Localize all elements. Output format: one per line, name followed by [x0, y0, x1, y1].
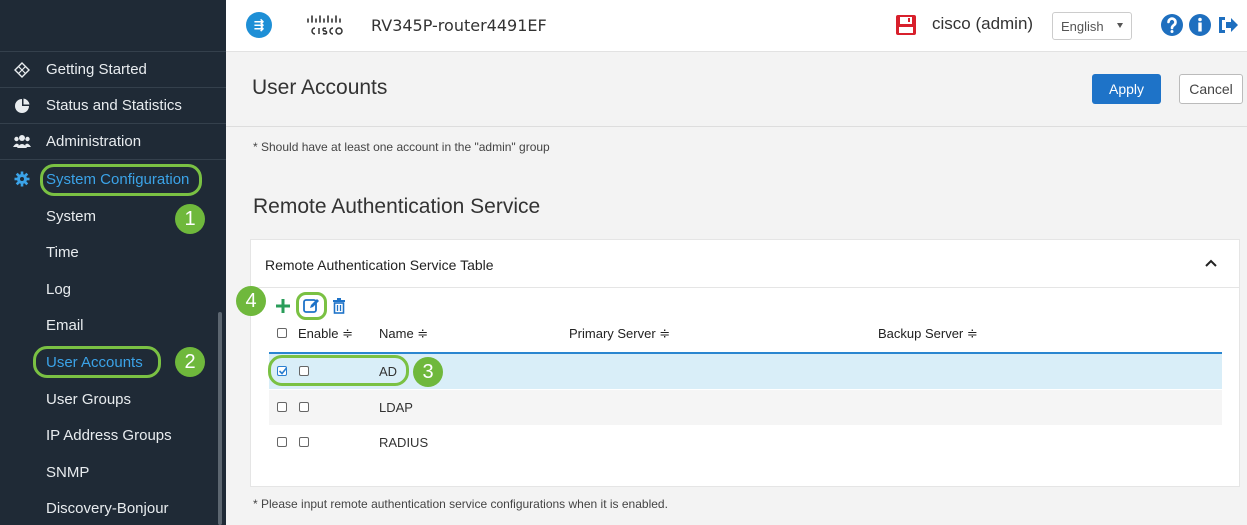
gear-icon: [13, 170, 31, 188]
page-title: User Accounts: [252, 76, 388, 99]
row-select-checkbox[interactable]: [277, 437, 287, 447]
cancel-button[interactable]: Cancel: [1179, 74, 1243, 104]
step-badge-2: 2: [175, 347, 205, 377]
sidebar-item-label: Administration: [46, 133, 142, 150]
cell-name: RADIUS: [379, 435, 429, 450]
column-header-primary-server[interactable]: Primary Server ≑: [569, 326, 670, 342]
trash-icon[interactable]: [330, 297, 348, 315]
sidebar-item-status-statistics[interactable]: Status and Statistics: [0, 88, 226, 124]
panel-title: Remote Authentication Service Table: [265, 257, 494, 273]
app-logo-icon[interactable]: ⇶: [246, 12, 272, 38]
language-select[interactable]: English: [1052, 12, 1132, 40]
admin-group-note: * Should have at least one account in th…: [253, 140, 550, 154]
table-row[interactable]: RADIUS: [269, 425, 1222, 460]
sidebar: Getting Started Status and Statistics Ad…: [0, 0, 226, 525]
step-badge-3: 3: [413, 357, 443, 387]
sidebar-item-label: Getting Started: [46, 61, 147, 78]
check-icon: [278, 367, 288, 375]
sidebar-header: [0, 0, 226, 52]
current-user-label[interactable]: cisco (admin): [932, 14, 1033, 34]
sidebar-subitem-user-accounts[interactable]: User Accounts: [46, 344, 143, 380]
pie-chart-icon: [13, 97, 31, 115]
table-row[interactable]: AD: [269, 354, 1222, 389]
sidebar-subitem-system[interactable]: System: [46, 198, 96, 234]
row-select-checkbox[interactable]: [277, 402, 287, 412]
edit-icon[interactable]: [302, 297, 320, 315]
logout-icon[interactable]: [1216, 13, 1240, 37]
panel-header[interactable]: Remote Authentication Service Table: [251, 240, 1239, 288]
device-name: RV345P-router4491EF: [371, 16, 547, 35]
sidebar-subitem-user-groups[interactable]: User Groups: [46, 381, 131, 417]
column-header-enable[interactable]: Enable ≑: [298, 326, 353, 342]
sidebar-item-system-configuration[interactable]: System Configuration: [0, 161, 226, 197]
save-icon[interactable]: [894, 13, 918, 37]
cell-name: LDAP: [379, 400, 413, 415]
sidebar-scrollbar[interactable]: [218, 312, 222, 525]
sidebar-item-administration[interactable]: Administration: [0, 124, 226, 160]
sidebar-subitem-log[interactable]: Log: [46, 271, 71, 307]
sidebar-subitem-ip-address-groups[interactable]: IP Address Groups: [46, 417, 172, 453]
help-icon[interactable]: [1160, 13, 1184, 37]
top-header: ⇶ RV345P-router4491EF cisco (admin) Engl…: [226, 0, 1247, 52]
language-select-value: English: [1061, 18, 1104, 34]
section-divider: [226, 126, 1247, 127]
sidebar-subitem-time[interactable]: Time: [46, 234, 79, 270]
cisco-logo-icon: [307, 15, 343, 35]
compass-icon: [13, 61, 31, 79]
column-header-name[interactable]: Name ≑: [379, 326, 428, 342]
column-header-backup-server[interactable]: Backup Server ≑: [878, 326, 978, 342]
users-icon: [13, 133, 31, 151]
chevron-up-icon[interactable]: [1205, 258, 1217, 268]
table-row[interactable]: LDAP: [269, 390, 1222, 425]
row-select-checkbox[interactable]: [277, 366, 288, 376]
add-icon[interactable]: [274, 297, 292, 315]
row-enable-checkbox[interactable]: [299, 402, 309, 412]
sidebar-subitem-snmp[interactable]: SNMP: [46, 454, 89, 490]
remote-auth-note: * Please input remote authentication ser…: [253, 497, 668, 511]
row-enable-checkbox[interactable]: [299, 366, 309, 376]
select-all-checkbox[interactable]: [277, 328, 287, 338]
sidebar-item-label: System Configuration: [46, 170, 190, 188]
cell-name: AD: [379, 364, 398, 379]
step-badge-1: 1: [175, 204, 205, 234]
sidebar-subitem-discovery-bonjour[interactable]: Discovery-Bonjour: [46, 490, 169, 525]
sidebar-subitem-email[interactable]: Email: [46, 307, 84, 343]
section-title: Remote Authentication Service: [253, 195, 541, 218]
sidebar-item-label: Status and Statistics: [46, 97, 182, 114]
info-icon[interactable]: [1188, 13, 1212, 37]
apply-button[interactable]: Apply: [1092, 74, 1161, 104]
row-enable-checkbox[interactable]: [299, 437, 309, 447]
step-badge-4: 4: [236, 286, 266, 316]
sidebar-item-getting-started[interactable]: Getting Started: [0, 52, 226, 88]
chevron-down-icon: [1117, 23, 1123, 28]
